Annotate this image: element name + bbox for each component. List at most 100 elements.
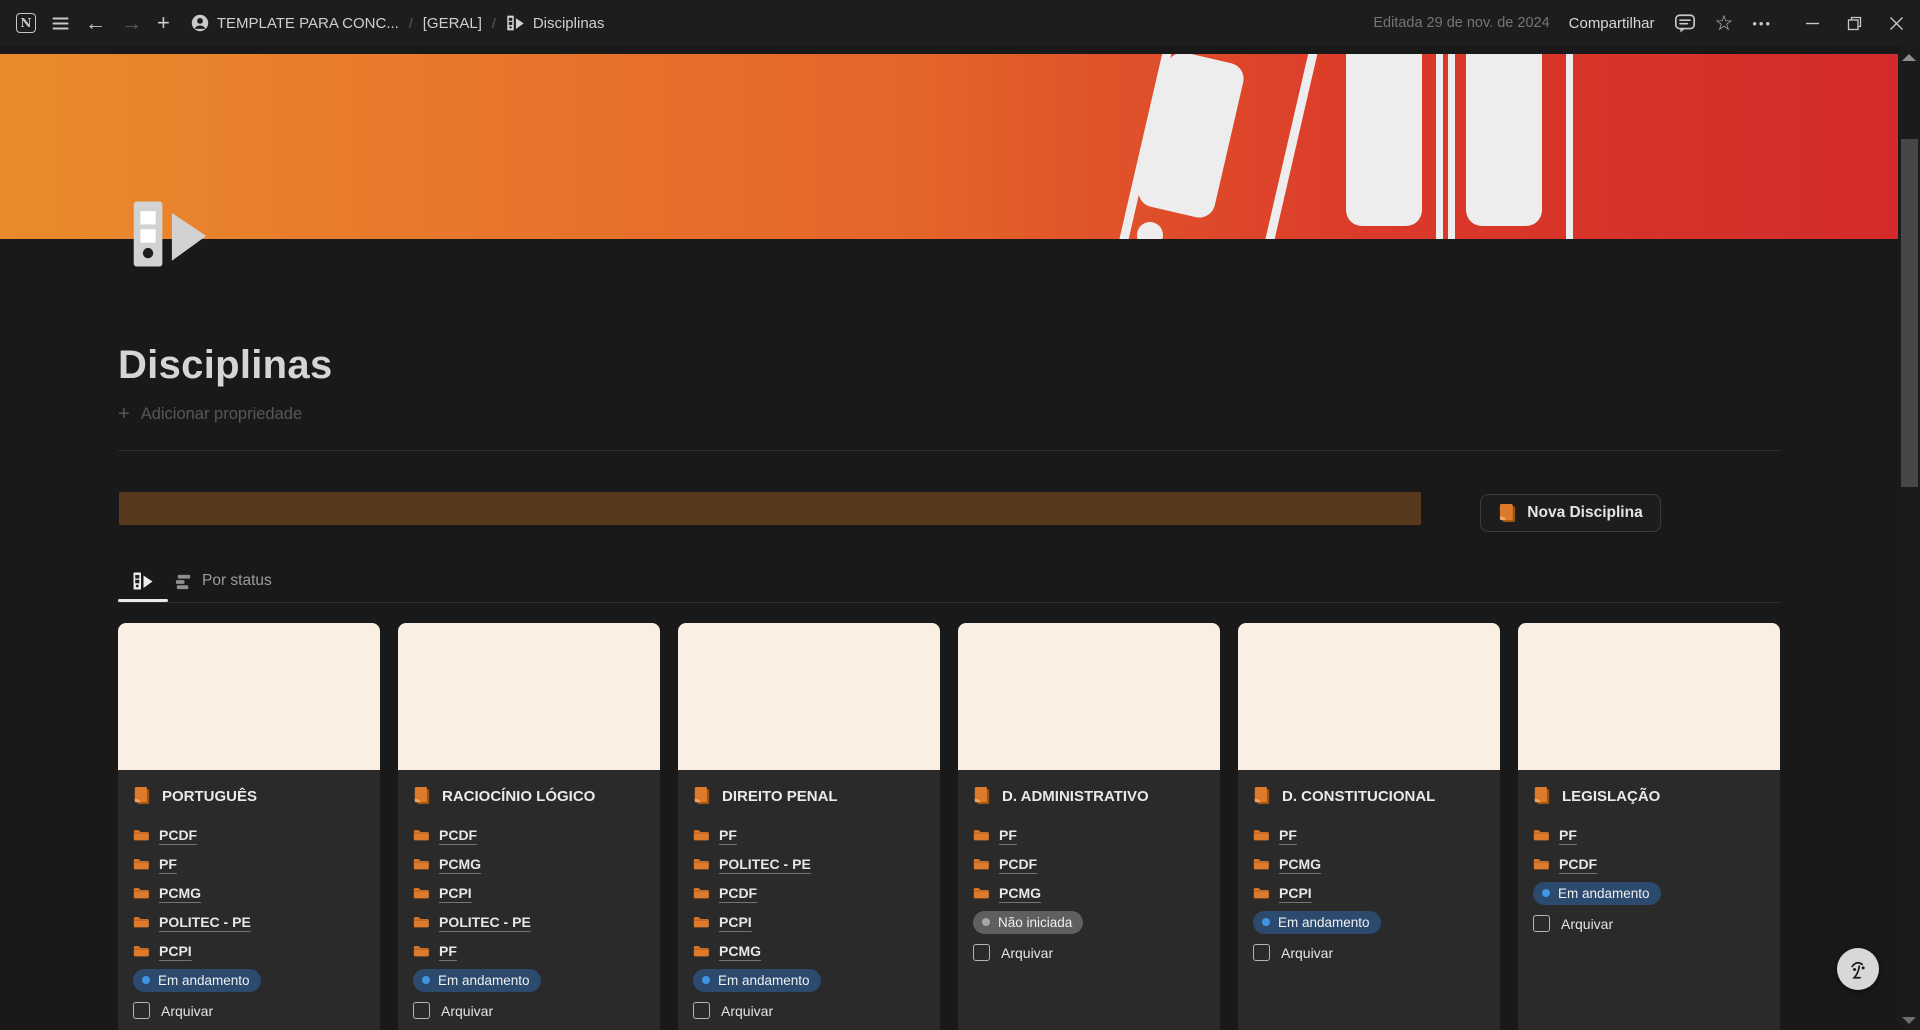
- folder-link[interactable]: PCDF: [159, 827, 197, 843]
- folder-link[interactable]: PF: [999, 827, 1017, 843]
- archive-checkbox[interactable]: [133, 1002, 150, 1019]
- add-property-button[interactable]: + Adicionar propriedade: [118, 404, 302, 424]
- card-title: D. ADMINISTRATIVO: [1002, 788, 1149, 805]
- folder-icon: [133, 828, 150, 842]
- card-title-row: DIREITO PENAL: [693, 785, 925, 807]
- status-dot-icon: [1262, 918, 1270, 926]
- restore-button[interactable]: [1847, 16, 1862, 31]
- folder-link[interactable]: PF: [439, 943, 457, 959]
- folder-link[interactable]: PCDF: [719, 885, 757, 901]
- page-icon[interactable]: [128, 195, 212, 278]
- folder-link-row: PCDF: [693, 878, 925, 907]
- share-button[interactable]: Compartilhar: [1569, 15, 1655, 32]
- archive-row: Arquivar: [1533, 915, 1765, 932]
- more-options-button[interactable]: •••: [1752, 16, 1772, 31]
- folder-icon: [413, 828, 430, 842]
- card-cover: [678, 623, 940, 770]
- folder-link[interactable]: PCPI: [1279, 885, 1312, 901]
- card-body: PORTUGUÊS PCDF PF PCMG POLITEC - PE PCPI…: [118, 770, 380, 1030]
- folder-link-row: PCMG: [973, 878, 1205, 907]
- gallery-card[interactable]: LEGISLAÇÃO PF PCDF Em andamento Arquivar: [1518, 623, 1780, 1030]
- folder-link[interactable]: PF: [159, 856, 177, 872]
- status-view-icon: [174, 572, 193, 591]
- person-icon: [191, 14, 209, 32]
- scroll-down-arrow-icon[interactable]: [1902, 1017, 1916, 1024]
- gallery-card[interactable]: RACIOCÍNIO LÓGICO PCDF PCMG PCPI POLITEC…: [398, 623, 660, 1030]
- view-tab-gallery[interactable]: [118, 562, 168, 600]
- scrollbar-thumb[interactable]: [1901, 139, 1918, 487]
- view-tab-por-status[interactable]: Por status: [174, 562, 272, 600]
- folder-link-row: POLITEC - PE: [413, 907, 645, 936]
- page-title[interactable]: Disciplinas: [118, 343, 333, 388]
- folder-link[interactable]: PF: [1559, 827, 1577, 843]
- gallery-card[interactable]: PORTUGUÊS PCDF PF PCMG POLITEC - PE PCPI…: [118, 623, 380, 1030]
- archive-checkbox[interactable]: [413, 1002, 430, 1019]
- scroll-up-arrow-icon[interactable]: [1902, 54, 1916, 61]
- archive-checkbox[interactable]: [1533, 915, 1550, 932]
- new-disciplina-button[interactable]: Nova Disciplina: [1480, 494, 1661, 532]
- status-label: Em andamento: [718, 973, 810, 988]
- notion-ai-button[interactable]: [1837, 948, 1879, 990]
- binder-book-icon: [132, 571, 154, 591]
- gallery-card[interactable]: D. ADMINISTRATIVO PF PCDF PCMG Não inici…: [958, 623, 1220, 1030]
- card-cover: [1518, 623, 1780, 770]
- hamburger-icon: [51, 14, 70, 33]
- breadcrumb-item-workspace[interactable]: TEMPLATE PARA CONC...: [191, 14, 399, 32]
- folder-link[interactable]: PF: [719, 827, 737, 843]
- gallery-card[interactable]: D. CONSTITUCIONAL PF PCMG PCPI Em andame…: [1238, 623, 1500, 1030]
- archive-row: Arquivar: [693, 1002, 925, 1019]
- folder-link[interactable]: POLITEC - PE: [159, 914, 251, 930]
- notion-logo-icon[interactable]: N: [16, 13, 36, 33]
- card-body: D. ADMINISTRATIVO PF PCDF PCMG Não inici…: [958, 770, 1220, 973]
- folder-link-row: PCPI: [693, 907, 925, 936]
- back-button[interactable]: ←: [85, 13, 106, 34]
- comments-button[interactable]: [1674, 13, 1696, 34]
- plus-icon: +: [118, 404, 130, 424]
- archive-checkbox[interactable]: [1253, 944, 1270, 961]
- menu-button[interactable]: [51, 14, 70, 33]
- page-cover[interactable]: [0, 54, 1898, 239]
- close-button[interactable]: [1889, 16, 1904, 31]
- forward-button[interactable]: →: [121, 13, 142, 34]
- folder-icon: [1253, 886, 1270, 900]
- folder-link[interactable]: PCMG: [159, 885, 201, 901]
- folder-link[interactable]: PCDF: [999, 856, 1037, 872]
- folder-link[interactable]: PCMG: [439, 856, 481, 872]
- new-tab-button[interactable]: +: [157, 12, 170, 34]
- folder-link[interactable]: PCPI: [159, 943, 192, 959]
- folder-link[interactable]: POLITEC - PE: [719, 856, 811, 872]
- scrollbar[interactable]: [1898, 46, 1920, 1030]
- breadcrumb-item-geral[interactable]: [GERAL]: [423, 15, 482, 32]
- folder-list: PCDF PF PCMG POLITEC - PE PCPI: [133, 820, 365, 965]
- minimize-button[interactable]: [1805, 16, 1820, 31]
- archive-checkbox[interactable]: [973, 944, 990, 961]
- folder-link[interactable]: PF: [1279, 827, 1297, 843]
- status-dot-icon: [982, 918, 990, 926]
- breadcrumb-item-disciplinas[interactable]: Disciplinas: [506, 14, 605, 32]
- folder-link[interactable]: PCMG: [999, 885, 1041, 901]
- gallery-card[interactable]: DIREITO PENAL PF POLITEC - PE PCDF PCPI …: [678, 623, 940, 1030]
- folder-link[interactable]: PCDF: [1559, 856, 1597, 872]
- colored-block[interactable]: [119, 492, 1421, 525]
- gallery: PORTUGUÊS PCDF PF PCMG POLITEC - PE PCPI…: [118, 623, 1780, 1030]
- status-row: Em andamento: [693, 967, 925, 993]
- folder-link[interactable]: PCPI: [719, 914, 752, 930]
- folder-link[interactable]: PCPI: [439, 885, 472, 901]
- folder-link[interactable]: PCDF: [439, 827, 477, 843]
- folder-list: PCDF PCMG PCPI POLITEC - PE PF: [413, 820, 645, 965]
- folder-link-row: PF: [1533, 820, 1765, 849]
- folder-link-row: PF: [133, 849, 365, 878]
- archive-label: Arquivar: [721, 1003, 773, 1019]
- folder-link-row: PF: [973, 820, 1205, 849]
- folder-link[interactable]: POLITEC - PE: [439, 914, 531, 930]
- card-title: D. CONSTITUCIONAL: [1282, 788, 1435, 805]
- folder-link-row: PCPI: [133, 936, 365, 965]
- status-label: Não iniciada: [998, 915, 1072, 930]
- archive-checkbox[interactable]: [693, 1002, 710, 1019]
- folder-link[interactable]: PCMG: [1279, 856, 1321, 872]
- folder-link[interactable]: PCMG: [719, 943, 761, 959]
- book-icon: [973, 786, 991, 806]
- archive-row: Arquivar: [133, 1002, 365, 1019]
- folder-icon: [413, 944, 430, 958]
- favorite-button[interactable]: ☆: [1715, 13, 1734, 34]
